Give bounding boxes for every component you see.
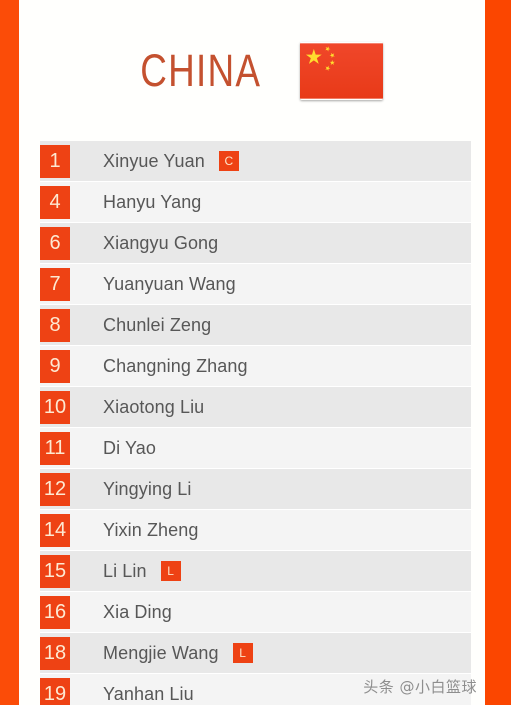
player-name: Yuanyuan Wang [103, 273, 236, 294]
left-orange-bar [0, 0, 19, 705]
player-name: Xiangyu Gong [103, 232, 219, 253]
table-row[interactable]: 18 Mengjie Wang L [40, 633, 471, 674]
table-row[interactable]: 7 Yuanyuan Wang [40, 264, 471, 305]
jersey-number-badge: 7 [40, 267, 70, 301]
player-name: Xiaotong Liu [103, 396, 205, 417]
jersey-number-badge: 12 [40, 472, 70, 506]
jersey-number-badge: 14 [40, 513, 70, 547]
table-row[interactable]: 1 Xinyue Yuan C [40, 141, 471, 182]
table-row[interactable]: 4 Hanyu Yang [40, 182, 471, 223]
player-name: Chunlei Zeng [103, 314, 212, 335]
libero-badge: L [232, 643, 253, 663]
player-name: Di Yao [103, 437, 156, 458]
player-roster-list: 1 Xinyue Yuan C 4 Hanyu Yang 6 Xiangyu Gong 7 Yu… [40, 141, 471, 705]
china-flag-icon [300, 42, 384, 100]
table-row[interactable]: 15 Li Lin L [40, 551, 471, 592]
right-orange-bar [485, 0, 511, 705]
player-name: Changning Zhang [103, 355, 248, 376]
table-row[interactable]: 12 Yingying Li [40, 469, 471, 510]
table-row[interactable]: 9 Changning Zhang [40, 346, 471, 387]
player-name: Yanhan Liu [103, 683, 194, 704]
table-row[interactable]: 11 Di Yao [40, 428, 471, 469]
page-root: CHINA 1 Xinyue Yuan C 4 Hanyu Yang 6 Xia… [0, 0, 511, 705]
header: CHINA [19, 0, 485, 141]
table-row[interactable]: 8 Chunlei Zeng [40, 305, 471, 346]
player-name: Xinyue Yuan [103, 150, 205, 171]
table-row[interactable]: 6 Xiangyu Gong [40, 223, 471, 264]
jersey-number-badge: 6 [40, 226, 70, 260]
table-row[interactable]: 16 Xia Ding [40, 592, 471, 633]
player-name: Li Lin [103, 560, 147, 581]
watermark: 头条 @小白篮球 [363, 678, 477, 696]
jersey-number-badge: 4 [40, 185, 70, 219]
libero-badge: L [160, 561, 181, 581]
jersey-number-badge: 16 [40, 595, 70, 629]
player-name: Yingying Li [103, 478, 192, 499]
player-name: Xia Ding [103, 601, 172, 622]
jersey-number-badge: 10 [40, 390, 70, 424]
jersey-number-badge: 15 [40, 554, 70, 588]
jersey-number-badge: 18 [40, 636, 70, 670]
jersey-number-badge: 1 [40, 144, 70, 178]
table-row[interactable]: 14 Yixin Zheng [40, 510, 471, 551]
player-name: Mengjie Wang [103, 642, 219, 663]
content-column: CHINA 1 Xinyue Yuan C 4 Hanyu Yang 6 Xia… [19, 0, 485, 705]
player-name: Yixin Zheng [103, 519, 199, 540]
player-name: Hanyu Yang [103, 191, 202, 212]
jersey-number-badge: 9 [40, 349, 70, 383]
jersey-number-badge: 19 [40, 677, 70, 705]
table-row[interactable]: 10 Xiaotong Liu [40, 387, 471, 428]
jersey-number-badge: 8 [40, 308, 70, 342]
captain-badge: C [218, 151, 239, 171]
page-title: CHINA [140, 45, 261, 96]
jersey-number-badge: 11 [40, 431, 70, 465]
